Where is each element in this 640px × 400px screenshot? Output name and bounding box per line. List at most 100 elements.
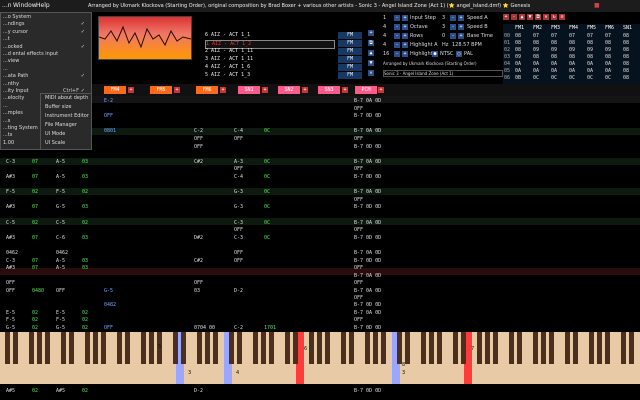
pattern-cell[interactable]: C-5 — [56, 220, 65, 226]
minus-icon[interactable]: - — [394, 33, 400, 39]
piano-black-key[interactable] — [341, 332, 346, 364]
order-cell[interactable]: 0A — [515, 68, 521, 74]
order-cell[interactable]: 08 — [587, 40, 593, 46]
order-cell[interactable]: 0C — [533, 75, 539, 81]
highlight-b-value[interactable]: 16 — [383, 51, 389, 57]
toolbar-icon[interactable]: ▼ — [527, 14, 533, 20]
order-cell[interactable]: 07 — [587, 33, 593, 39]
piano-black-key[interactable] — [589, 332, 594, 364]
channel-menu-icon[interactable]: + — [262, 87, 268, 93]
highlight-a-value[interactable]: 4 — [383, 42, 386, 48]
pattern-cell[interactable]: C#2 — [194, 159, 203, 165]
order-cell[interactable]: 0A — [551, 61, 557, 67]
pattern-cell[interactable]: B-7 0A 0D — [354, 273, 381, 279]
piano-black-key[interactable] — [101, 332, 106, 364]
pattern-cell[interactable]: OFF — [354, 136, 363, 142]
pattern-cell[interactable]: OFF — [234, 166, 243, 172]
order-cell[interactable]: 08 — [605, 54, 611, 60]
channel-menu-icon[interactable]: + — [220, 87, 226, 93]
piano-black-key[interactable] — [269, 332, 274, 364]
subsong-item[interactable]: 2 AIZ - ACT 1_11 — [205, 48, 333, 55]
piano-black-key[interactable] — [13, 332, 18, 364]
order-cell[interactable]: 08 — [623, 75, 629, 81]
order-cell[interactable]: 08 — [515, 40, 521, 46]
pattern-cell[interactable]: 02 — [82, 189, 88, 195]
pattern-cell[interactable]: 0482 — [104, 302, 116, 308]
order-cell[interactable]: 08 — [515, 47, 521, 53]
pattern-cell[interactable]: B-7 0D 0D — [354, 174, 381, 180]
piano-black-key[interactable] — [549, 332, 554, 364]
order-cell[interactable]: 0A — [587, 61, 593, 67]
pattern-cell[interactable]: 0462 — [6, 250, 18, 256]
order-cell[interactable]: 08 — [605, 40, 611, 46]
subsong-item[interactable]: 3 AIZ - ACT 1_11 — [205, 56, 333, 63]
order-cell[interactable]: 0A — [569, 61, 575, 67]
order-cell[interactable]: 0A — [605, 61, 611, 67]
piano-black-key[interactable] — [541, 332, 546, 364]
speed-b-value[interactable]: 3 — [442, 24, 445, 30]
pattern-cell[interactable]: B-7 0A 0D — [354, 98, 381, 104]
submenu-item[interactable]: File Manager — [45, 122, 77, 128]
piano-black-key[interactable] — [285, 332, 290, 364]
input-step-value[interactable]: 1 — [383, 15, 386, 21]
fm-button[interactable]: FM — [338, 40, 362, 47]
pattern-cell[interactable]: OFF — [194, 136, 203, 142]
piano-black-key[interactable] — [437, 332, 442, 364]
pattern-cell[interactable]: B-7 0A 0D — [354, 189, 381, 195]
base-time-value[interactable]: 0 — [442, 33, 445, 39]
pattern-cell[interactable]: 02 — [32, 189, 38, 195]
octave-value[interactable]: 4 — [383, 24, 386, 30]
order-cell[interactable]: 08 — [551, 40, 557, 46]
order-cell[interactable]: 0A — [569, 68, 575, 74]
pattern-cell[interactable]: D-2 — [194, 388, 203, 394]
piano-black-key[interactable] — [453, 332, 458, 364]
piano-black-key[interactable] — [349, 332, 354, 364]
pattern-cell[interactable]: 03 — [82, 174, 88, 180]
minus-icon[interactable]: - — [450, 15, 456, 21]
piano-black-key[interactable] — [365, 332, 370, 364]
pattern-cell[interactable]: OFF — [194, 280, 203, 286]
piano-black-key[interactable] — [37, 332, 42, 364]
pattern-cell[interactable]: 0480 — [32, 288, 44, 294]
piano-black-key[interactable] — [461, 332, 466, 364]
piano-black-key[interactable] — [533, 332, 538, 364]
pattern-cell[interactable]: A-5 — [56, 265, 65, 271]
pattern-cell[interactable]: B-7 0D 0D — [354, 325, 381, 331]
piano-black-key[interactable] — [429, 332, 434, 364]
fm-button[interactable]: FM — [338, 56, 362, 63]
piano-black-key[interactable] — [597, 332, 602, 364]
pattern-cell[interactable]: 1701 — [264, 325, 276, 331]
pattern-cell[interactable]: E-2 — [104, 98, 113, 104]
pattern-cell[interactable]: B-7 0A 0D — [354, 128, 381, 134]
toolbar-icon[interactable]: - — [511, 14, 517, 20]
pattern-cell[interactable]: OFF — [6, 280, 15, 286]
rows-value[interactable]: 4 — [383, 33, 386, 39]
order-cell[interactable]: 0C — [551, 75, 557, 81]
pattern-cell[interactable]: 02 — [32, 325, 38, 331]
pattern-cell[interactable]: A-5 — [56, 159, 65, 165]
piano-black-key[interactable] — [485, 332, 490, 364]
pattern-cell[interactable]: 02 — [82, 317, 88, 323]
piano-black-key[interactable] — [421, 332, 426, 364]
pattern-cell[interactable]: F-5 — [6, 317, 15, 323]
pattern-cell[interactable]: A#5 — [6, 388, 15, 394]
order-cell[interactable]: 09 — [533, 47, 539, 53]
pattern-cell[interactable]: OFF — [234, 136, 243, 142]
pattern-cell[interactable]: 03 — [82, 265, 88, 271]
pattern-cell[interactable]: A#3 — [6, 235, 15, 241]
plus-icon[interactable]: + — [402, 24, 408, 30]
pattern-cell[interactable]: C-3 — [6, 159, 15, 165]
submenu-item[interactable]: Instrument Editor — [45, 113, 89, 119]
pattern-cell[interactable]: 03 — [82, 258, 88, 264]
toolbar-icon[interactable]: ≡ — [559, 14, 565, 20]
order-cell[interactable]: 09 — [569, 47, 575, 53]
author-field[interactable]: Arranged by Ukmark Klockova (Starting Or… — [383, 61, 501, 66]
pattern-cell[interactable]: E-5 — [56, 310, 65, 316]
submenu-item[interactable]: UI Scale — [45, 140, 65, 146]
pattern-cell[interactable]: F-5 — [56, 189, 65, 195]
subsong-item[interactable]: 6 AIZ - ACT 1_1 — [205, 32, 333, 39]
order-cell[interactable]: 0A — [533, 68, 539, 74]
pattern-cell[interactable]: 02 — [82, 220, 88, 226]
order-cell[interactable]: 07 — [569, 33, 575, 39]
channel-header[interactable]: FM5 — [150, 86, 172, 94]
